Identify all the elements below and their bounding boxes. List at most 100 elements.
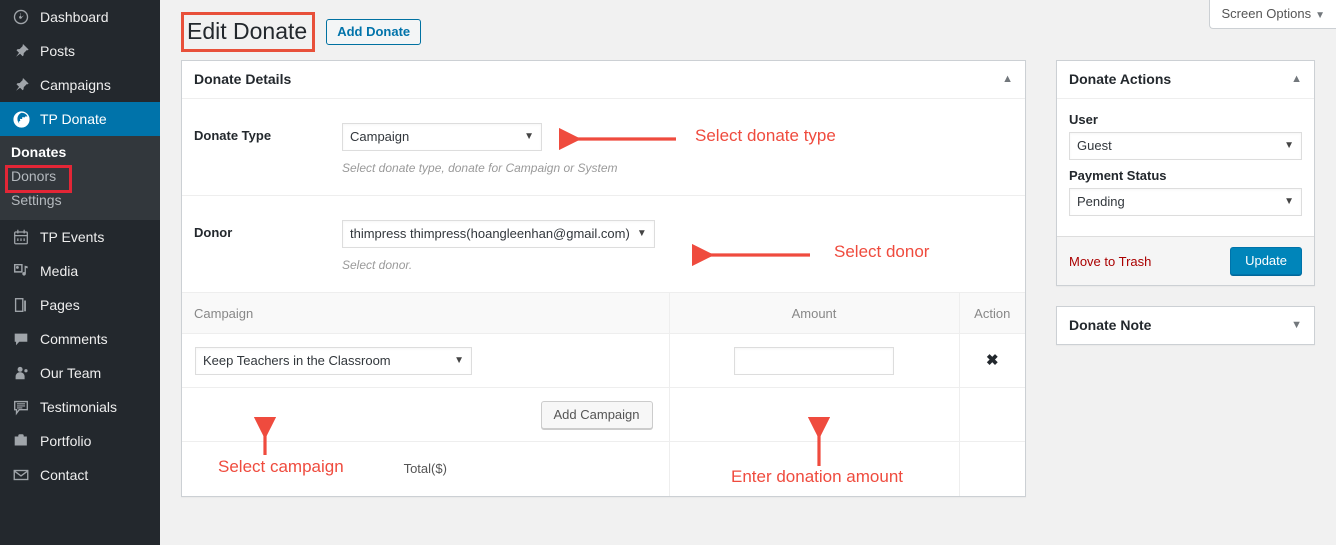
panel-title: Donate Details [194,71,292,87]
campaign-table-head: Campaign Amount Action [182,293,1025,334]
sidebar-item-dashboard[interactable]: Dashboard [0,0,160,34]
row-campaign-cell: Keep Teachers in the Classroom ▼ [182,333,669,388]
column-header-action: Action [958,293,1025,334]
payment-status-value: Pending [1077,194,1125,209]
testimonial-icon [11,397,31,417]
user-label: User [1069,112,1098,127]
add-campaign-button[interactable]: Add Campaign [540,400,653,429]
donate-note-header[interactable]: Donate Note ▼ [1057,307,1314,344]
envelope-icon [11,465,31,485]
table-row: Keep Teachers in the Classroom ▼ ✖ [182,333,1025,388]
sidebar-item-label: TP Events [40,229,105,245]
user-icon [11,363,31,383]
sidebar-item-label: Comments [40,331,108,347]
sidebar-item-testimonials[interactable]: Testimonials [0,390,160,424]
annotation-donor: Select donor [834,242,930,261]
chevron-down-icon: ▼ [524,131,534,142]
sidebar-item-label: Posts [40,43,76,59]
add-row-spacer-amount [668,387,959,442]
sidebar-item-contact[interactable]: Contact [0,458,160,492]
pin-icon [11,75,31,95]
sidebar-item-campaigns[interactable]: Campaigns [0,68,160,102]
media-icon [11,261,31,281]
donate-note-panel: Donate Note ▼ [1056,306,1315,345]
column-header-amount: Amount [668,293,959,334]
add-donate-button[interactable]: Add Donate [326,18,422,45]
campaign-select[interactable]: Keep Teachers in the Classroom ▼ [195,346,472,375]
donate-actions-header[interactable]: Donate Actions ▲ [1057,61,1314,99]
sidebar-item-settings[interactable]: Settings [0,188,160,212]
chevron-up-icon[interactable]: ▲ [1002,73,1013,85]
wordpress-admin-screen: Dashboard Posts Campaigns TP Donate Dona… [0,0,1336,545]
sidebar-item-tp-donate[interactable]: TP Donate [0,102,168,136]
sidebar-item-donates[interactable]: Donates [0,140,160,164]
chevron-down-icon: ▼ [636,228,647,239]
move-to-trash-link[interactable]: Move to Trash [1069,254,1151,269]
chevron-up-icon[interactable]: ▲ [1291,73,1302,85]
page-title: Edit Donate [181,12,316,52]
total-action-spacer [958,441,1025,496]
add-campaign-cell: Add Campaign [182,387,669,442]
chevron-down-icon: ▼ [1284,196,1294,207]
remove-row-icon[interactable]: ✖ [986,352,999,369]
donate-actions-footer: Move to Trash Update [1057,236,1314,285]
chevron-down-icon[interactable]: ▼ [1291,319,1302,331]
tp-donate-submenu: Donates Donors Settings [0,136,160,220]
row-action-cell: ✖ [958,333,1025,388]
donate-type-label: Donate Type [194,128,272,143]
campaign-table-header-row: Campaign Amount Action [182,293,1025,334]
globe-icon [11,109,31,129]
donor-select[interactable]: thimpress thimpress(hoangleenhan@gmail.c… [342,220,655,248]
pages-icon [11,295,31,315]
donate-details-panel: Donate Details ▲ Donate Type Campaign ▼ … [181,60,1026,497]
sidebar-item-portfolio[interactable]: Portfolio [0,424,160,458]
chevron-down-icon: ▼ [1284,140,1294,151]
user-select[interactable]: Guest ▼ [1069,132,1302,160]
sidebar-item-pages[interactable]: Pages [0,288,160,322]
user-value: Guest [1077,138,1112,153]
sidebar-item-label: Contact [40,467,89,483]
side-column: Donate Actions ▲ User Guest ▼ Payment St… [1056,60,1315,345]
donate-actions-panel: Donate Actions ▲ User Guest ▼ Payment St… [1056,60,1315,286]
donate-actions-title: Donate Actions [1069,71,1172,87]
sidebar-item-label: Testimonials [40,399,118,415]
donate-type-description: Select donate type, donate for Campaign … [342,161,618,175]
campaign-value: Keep Teachers in the Classroom [203,352,391,368]
amount-input[interactable] [734,346,894,375]
sidebar-item-our-team[interactable]: Our Team [0,356,160,390]
sidebar-item-label: Media [40,263,79,279]
screen-options-label: Screen Options [1221,6,1312,21]
donate-type-value: Campaign [350,129,410,144]
sidebar-item-label: Dashboard [40,9,109,25]
sidebar-item-posts[interactable]: Posts [0,34,160,68]
pin-icon [11,41,31,61]
payment-status-label: Payment Status [1069,168,1167,183]
sidebar-item-label: Pages [40,297,80,313]
donate-note-title: Donate Note [1069,317,1152,333]
calendar-icon [11,227,31,247]
payment-status-select[interactable]: Pending ▼ [1069,188,1302,216]
sidebar-item-label: Campaigns [40,77,111,93]
sidebar-item-comments[interactable]: Comments [0,322,160,356]
row-amount-cell [668,333,959,388]
donor-label: Donor [194,225,233,240]
sidebar-item-label: Portfolio [40,433,92,449]
screen-options-button[interactable]: Screen Options ▼ [1209,0,1336,29]
portfolio-icon [11,431,31,451]
chevron-down-icon: ▼ [454,354,464,366]
annotation-campaign: Select campaign [218,457,344,476]
sidebar-item-donors[interactable]: Donors [0,164,160,188]
column-header-campaign: Campaign [182,293,669,334]
sidebar-item-tp-events[interactable]: TP Events [0,220,160,254]
sidebar-item-media[interactable]: Media [0,254,160,288]
page-header: Edit Donate Add Donate [181,12,422,52]
dashboard-icon [11,7,31,27]
chevron-down-icon: ▼ [1315,10,1325,21]
donate-type-select[interactable]: Campaign ▼ [342,123,542,151]
donate-details-header[interactable]: Donate Details ▲ [182,61,1025,99]
donor-value: thimpress thimpress(hoangleenhan@gmail.c… [350,226,630,241]
add-campaign-row: Add Campaign [182,387,1025,442]
donate-actions-body: User Guest ▼ Payment Status Pending ▼ [1057,99,1314,236]
add-row-spacer-action [958,387,1025,442]
update-button[interactable]: Update [1230,247,1302,275]
